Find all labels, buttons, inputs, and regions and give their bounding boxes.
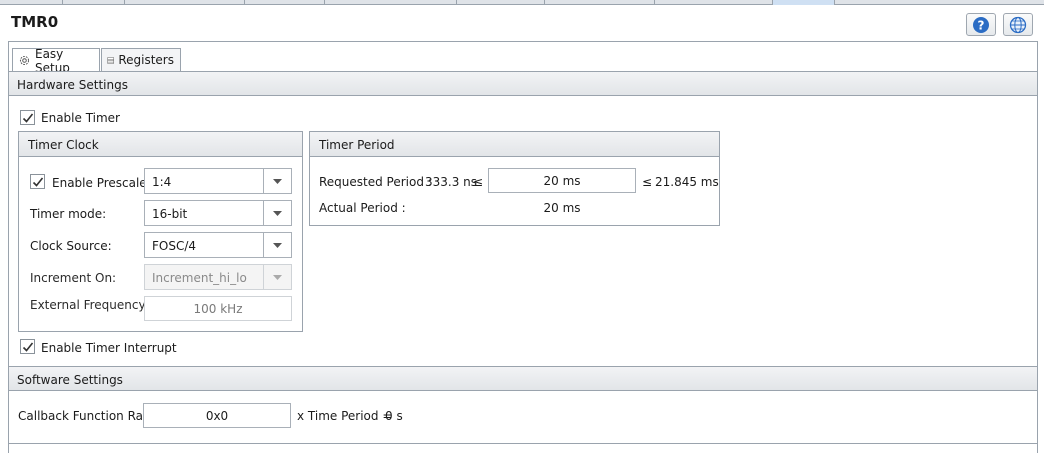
prescaler-select[interactable]: 1:4 xyxy=(144,168,292,194)
le-symbol: ≤ xyxy=(473,175,484,189)
callback-rate-label: Callback Function Rate xyxy=(18,409,156,423)
editor-tab[interactable] xyxy=(0,0,63,5)
select-value: 16-bit xyxy=(152,207,188,221)
section-title: Hardware Settings xyxy=(17,78,128,92)
divider xyxy=(9,443,1037,444)
select-value: Increment_hi_lo xyxy=(152,271,247,285)
editor-tab[interactable] xyxy=(655,0,773,5)
group-title: Timer Clock xyxy=(28,138,99,152)
external-frequency-input[interactable]: 100 kHz xyxy=(144,296,292,321)
enable-prescaler-label: Enable Prescaler xyxy=(52,176,152,190)
tab-label: Registers xyxy=(118,53,174,67)
enable-timer-interrupt-checkbox[interactable] xyxy=(20,339,35,354)
increment-on-select[interactable]: Increment_hi_lo xyxy=(144,264,292,290)
svg-text:?: ? xyxy=(978,18,985,32)
chevron-down-icon[interactable] xyxy=(263,169,291,193)
help-icon: ? xyxy=(973,16,989,33)
clock-source-label: Clock Source: xyxy=(30,239,112,253)
hardware-settings-header[interactable]: Hardware Settings xyxy=(9,71,1037,96)
editor-tab-active[interactable] xyxy=(773,0,835,5)
editor-tab[interactable] xyxy=(325,0,457,5)
enable-timer-checkbox[interactable] xyxy=(20,110,35,125)
timer-period-header: Timer Period xyxy=(310,132,719,157)
registers-icon xyxy=(107,56,114,64)
page-title: TMR0 xyxy=(11,13,59,31)
enable-prescaler-checkbox[interactable] xyxy=(30,174,45,189)
editor-tab[interactable] xyxy=(545,0,655,5)
chevron-down-icon[interactable] xyxy=(263,233,291,257)
checkmark-icon xyxy=(32,177,43,187)
timer-mode-label: Timer mode: xyxy=(30,207,107,221)
time-period-value: 0 s xyxy=(385,409,403,423)
checkmark-icon xyxy=(22,342,33,352)
software-settings-header[interactable]: Software Settings xyxy=(9,366,1037,391)
chevron-down-icon[interactable] xyxy=(263,201,291,225)
increment-on-label: Increment On: xyxy=(30,271,117,285)
gear-icon xyxy=(19,55,30,66)
requested-period-min: 333.3 ns xyxy=(425,175,478,189)
timer-clock-header: Timer Clock xyxy=(19,132,302,157)
section-title: Software Settings xyxy=(17,373,123,387)
editor-tab-strip xyxy=(0,0,1044,5)
actual-period-label: Actual Period : xyxy=(319,201,406,215)
timer-mode-select[interactable]: 16-bit xyxy=(144,200,292,226)
select-value: FOSC/4 xyxy=(152,239,197,253)
requested-period-input[interactable]: 20 ms xyxy=(488,168,636,193)
enable-timer-interrupt-label: Enable Timer Interrupt xyxy=(41,341,177,355)
callback-rate-input[interactable]: 0x0 xyxy=(143,403,291,428)
enable-timer-label: Enable Timer xyxy=(41,111,120,125)
help-button[interactable]: ? xyxy=(966,13,996,36)
globe-icon xyxy=(1009,16,1027,33)
x-time-period-label: x Time Period = xyxy=(297,409,393,423)
clock-source-select[interactable]: FOSC/4 xyxy=(144,232,292,258)
le-symbol: ≤ xyxy=(642,175,653,189)
tab-registers[interactable]: Registers xyxy=(101,48,181,71)
actual-period-value: 20 ms xyxy=(543,201,581,215)
checkmark-icon xyxy=(22,113,33,123)
group-title: Timer Period xyxy=(319,138,395,152)
requested-period-max: 21.845 ms xyxy=(655,175,719,189)
globe-button[interactable] xyxy=(1003,13,1033,36)
external-frequency-label: External Frequency : xyxy=(30,298,154,312)
editor-tab[interactable] xyxy=(63,0,125,5)
chevron-down-icon[interactable] xyxy=(263,265,291,289)
requested-period-label: Requested Period : xyxy=(319,175,432,189)
tab-easy-setup[interactable]: Easy Setup xyxy=(12,47,100,75)
select-value: 1:4 xyxy=(152,175,172,189)
editor-tab[interactable] xyxy=(245,0,325,5)
editor-tab[interactable] xyxy=(457,0,545,5)
editor-tab[interactable] xyxy=(125,0,245,5)
